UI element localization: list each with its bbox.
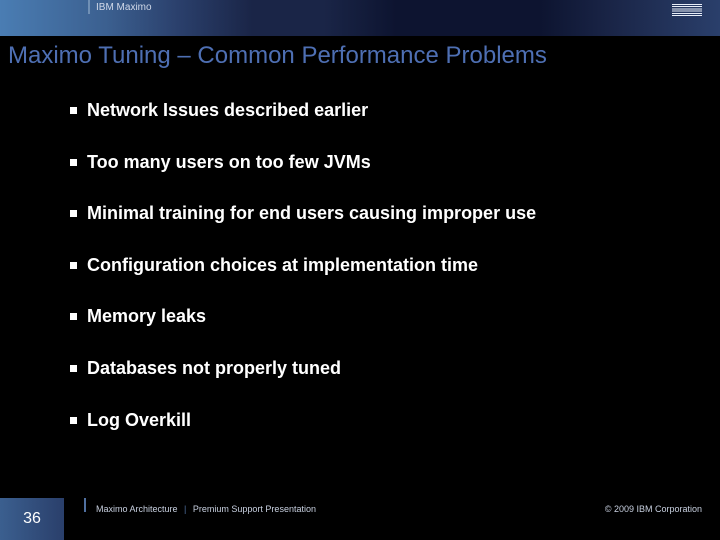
- footer-right: © 2009 IBM Corporation: [605, 504, 702, 514]
- list-item: Memory leaks: [70, 306, 680, 328]
- bullet-text: Too many users on too few JVMs: [87, 152, 371, 174]
- bullet-icon: [70, 159, 77, 166]
- bullet-text: Memory leaks: [87, 306, 206, 328]
- bullet-icon: [70, 262, 77, 269]
- footer-left-b: Premium Support Presentation: [193, 504, 316, 514]
- header-band: IBM Maximo: [0, 0, 720, 36]
- bullet-icon: [70, 365, 77, 372]
- ibm-logo-bars: [672, 4, 702, 16]
- footer-separator: |: [184, 504, 186, 514]
- bullet-icon: [70, 313, 77, 320]
- list-item: Too many users on too few JVMs: [70, 152, 680, 174]
- footer-left: Maximo Architecture | Premium Support Pr…: [96, 504, 316, 514]
- ibm-logo: [672, 4, 702, 16]
- page-number: 36: [0, 498, 64, 540]
- list-item: Network Issues described earlier: [70, 100, 680, 122]
- footer: 36 Maximo Architecture | Premium Support…: [0, 498, 720, 540]
- bullet-text: Minimal training for end users causing i…: [87, 203, 536, 225]
- bullet-icon: [70, 417, 77, 424]
- header-tick: [88, 0, 90, 14]
- footer-tick: [84, 498, 86, 512]
- list-item: Log Overkill: [70, 410, 680, 432]
- bullet-text: Databases not properly tuned: [87, 358, 341, 380]
- list-item: Databases not properly tuned: [70, 358, 680, 380]
- bullet-icon: [70, 107, 77, 114]
- list-item: Minimal training for end users causing i…: [70, 203, 680, 225]
- bullet-icon: [70, 210, 77, 217]
- bullet-text: Configuration choices at implementation …: [87, 255, 478, 277]
- header-label: IBM Maximo: [96, 2, 152, 13]
- footer-left-a: Maximo Architecture: [96, 504, 178, 514]
- bullet-text: Log Overkill: [87, 410, 191, 432]
- bullet-text: Network Issues described earlier: [87, 100, 368, 122]
- footer-content: Maximo Architecture | Premium Support Pr…: [64, 498, 720, 514]
- bullet-list: Network Issues described earlier Too man…: [70, 100, 680, 461]
- list-item: Configuration choices at implementation …: [70, 255, 680, 277]
- slide-title: Maximo Tuning – Common Performance Probl…: [8, 42, 547, 70]
